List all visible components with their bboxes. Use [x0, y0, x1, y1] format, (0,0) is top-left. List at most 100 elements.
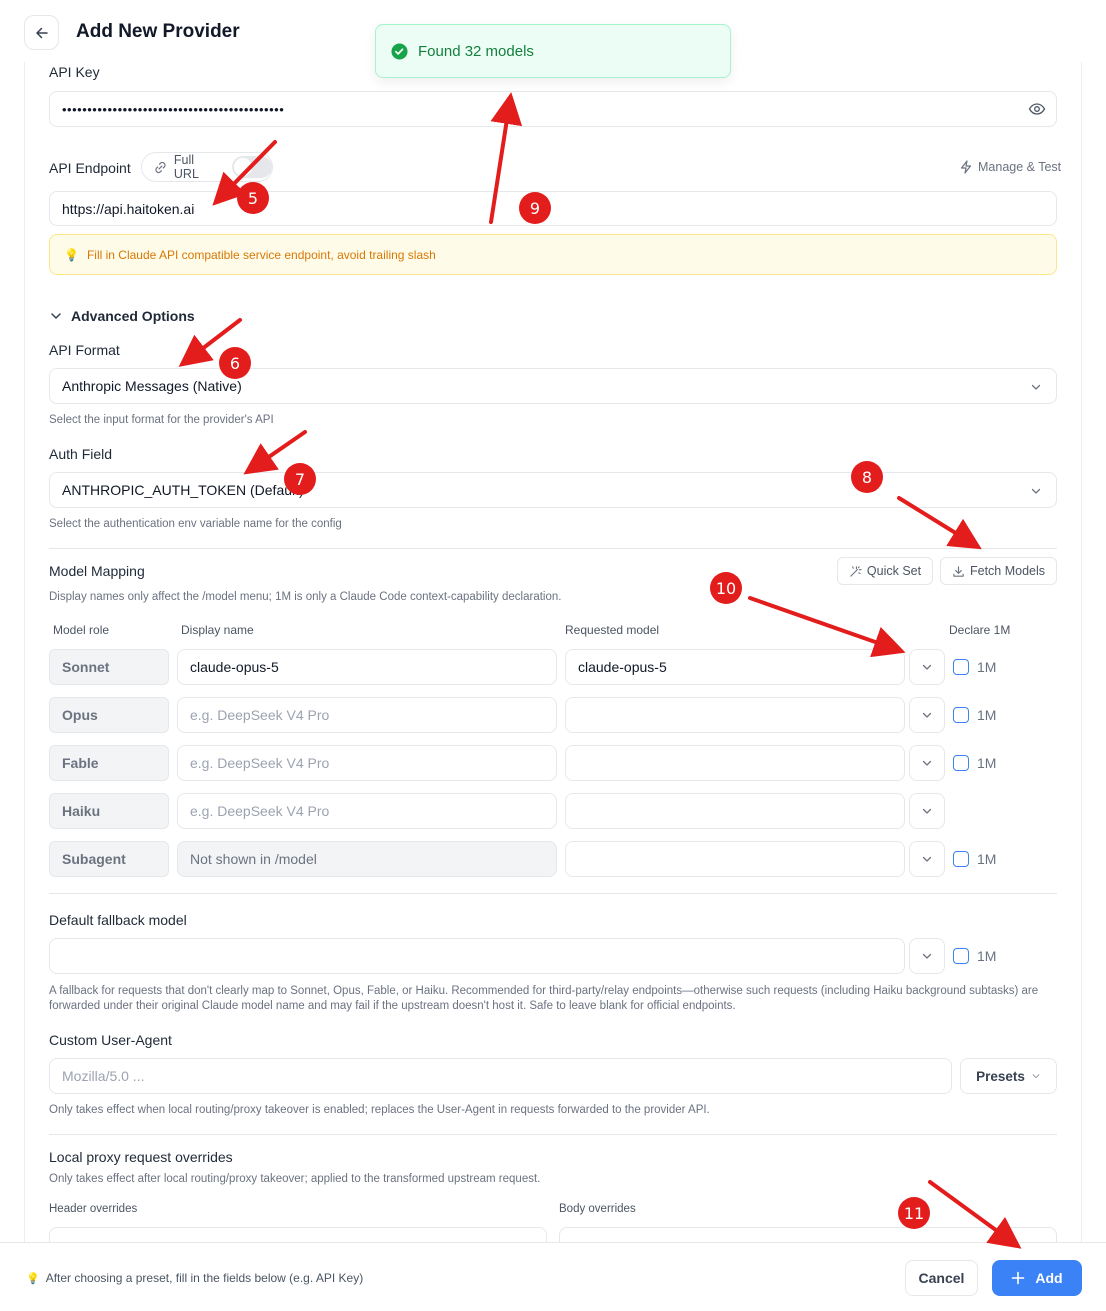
- user-agent-placeholder: Mozilla/5.0 ...: [62, 1068, 145, 1084]
- declare-1m-checkbox[interactable]: [953, 659, 969, 675]
- lightbulb-icon: 💡: [64, 247, 79, 262]
- model-dropdown-button[interactable]: [909, 745, 945, 781]
- page-title: Add New Provider: [76, 21, 240, 42]
- requested-model-value: claude-opus-5: [578, 659, 667, 675]
- declare-1m-label: 1M: [977, 707, 997, 723]
- presets-label: Presets: [976, 1068, 1025, 1084]
- plus-icon: [1012, 1271, 1025, 1285]
- annotation-marker: 11: [898, 1197, 930, 1229]
- model-role-haiku: Haiku: [49, 793, 169, 829]
- add-label: Add: [1035, 1270, 1063, 1286]
- chevron-down-icon: [922, 953, 932, 959]
- fallback-1m-checkbox[interactable]: [953, 948, 969, 964]
- requested-model-input[interactable]: [565, 841, 905, 877]
- api-endpoint-label: API Endpoint: [49, 160, 131, 176]
- requested-model-input[interactable]: claude-opus-5: [565, 649, 905, 685]
- full-url-switch[interactable]: [232, 156, 272, 178]
- api-key-input[interactable]: ••••••••••••••••••••••••••••••••••••••••…: [49, 91, 1057, 127]
- api-key-value: ••••••••••••••••••••••••••••••••••••••••…: [62, 101, 285, 117]
- model-mapping-title: Model Mapping: [49, 563, 145, 579]
- chevron-down-icon: [1031, 488, 1041, 494]
- api-endpoint-input[interactable]: https://api.haitoken.ai: [49, 191, 1057, 226]
- quick-set-label: Quick Set: [866, 564, 922, 578]
- link-icon: [155, 161, 166, 173]
- auth-field-select[interactable]: ANTHROPIC_AUTH_TOKEN (Default): [49, 472, 1057, 508]
- column-header-declare: Declare 1M: [949, 623, 1011, 637]
- quick-set-button[interactable]: Quick Set: [837, 557, 933, 585]
- fallback-hint: A fallback for requests that don't clear…: [49, 985, 1039, 1012]
- footer-bar: 💡 After choosing a preset, fill in the f…: [0, 1242, 1106, 1311]
- annotation-marker: 5: [237, 182, 269, 214]
- fallback-dropdown-button[interactable]: [909, 938, 945, 974]
- model-role-sonnet: Sonnet: [49, 649, 169, 685]
- endpoint-tip: 💡 Fill in Claude API compatible service …: [49, 234, 1057, 275]
- toast-message: Found 32 models: [418, 42, 534, 60]
- display-name-input[interactable]: claude-opus-5: [177, 649, 557, 685]
- overrides-title: Local proxy request overrides: [49, 1149, 233, 1165]
- presets-button[interactable]: Presets: [960, 1058, 1057, 1094]
- model-dropdown-button[interactable]: [909, 697, 945, 733]
- cancel-button[interactable]: Cancel: [905, 1260, 978, 1296]
- chevron-down-icon: [922, 712, 932, 718]
- api-format-hint: Select the input format for the provider…: [49, 414, 274, 426]
- user-agent-input[interactable]: Mozilla/5.0 ...: [49, 1058, 952, 1094]
- display-name-placeholder: e.g. DeepSeek V4 Pro: [190, 755, 330, 771]
- endpoint-tip-text: Fill in Claude API compatible service en…: [86, 247, 436, 262]
- requested-model-input[interactable]: [565, 793, 905, 829]
- success-toast: Found 32 models: [375, 24, 731, 78]
- display-name-input[interactable]: e.g. DeepSeek V4 Pro: [177, 697, 557, 733]
- fetch-models-button[interactable]: Fetch Models: [940, 557, 1057, 585]
- fallback-1m-label: 1M: [977, 948, 997, 964]
- overrides-hint: Only takes effect after local routing/pr…: [49, 1173, 541, 1185]
- requested-model-input[interactable]: [565, 697, 905, 733]
- eye-icon[interactable]: [1028, 101, 1046, 117]
- requested-model-input[interactable]: [565, 745, 905, 781]
- annotation-marker: 9: [519, 192, 551, 224]
- chevron-down-icon: [922, 808, 932, 814]
- annotation-marker: 8: [851, 461, 883, 493]
- auth-field-label: Auth Field: [49, 446, 113, 462]
- auth-field-hint: Select the authentication env variable n…: [49, 518, 342, 530]
- api-key-label: API Key: [49, 64, 100, 80]
- api-format-value: Anthropic Messages (Native): [62, 378, 242, 394]
- user-agent-label: Custom User-Agent: [49, 1032, 172, 1048]
- api-format-select[interactable]: Anthropic Messages (Native): [49, 368, 1057, 404]
- annotation-marker: 6: [219, 347, 251, 379]
- magic-wand-icon: [850, 565, 862, 577]
- footer-tip-text: After choosing a preset, fill in the fie…: [45, 1271, 364, 1285]
- full-url-label: Full URL: [173, 153, 199, 181]
- api-format-label: API Format: [49, 342, 120, 358]
- chevron-down-icon: [922, 760, 932, 766]
- advanced-options-toggle[interactable]: Advanced Options: [49, 308, 195, 324]
- declare-1m-checkbox[interactable]: [953, 755, 969, 771]
- model-dropdown-button[interactable]: [909, 793, 945, 829]
- column-header-role: Model role: [53, 623, 110, 637]
- back-button[interactable]: [24, 15, 59, 50]
- advanced-options-title: Advanced Options: [71, 308, 195, 324]
- display-name-value: claude-opus-5: [190, 659, 279, 675]
- display-name-placeholder: e.g. DeepSeek V4 Pro: [190, 803, 330, 819]
- chevron-down-icon: [1031, 384, 1041, 390]
- cancel-label: Cancel: [918, 1270, 965, 1286]
- full-url-toggle[interactable]: Full URL: [141, 152, 273, 182]
- model-role-subagent: Subagent: [49, 841, 169, 877]
- footer-tip: 💡 After choosing a preset, fill in the f…: [26, 1271, 363, 1285]
- column-header-display: Display name: [181, 623, 254, 637]
- auth-field-value: ANTHROPIC_AUTH_TOKEN (Default): [62, 482, 304, 498]
- declare-1m-label: 1M: [977, 659, 997, 675]
- declare-1m-label: 1M: [977, 851, 997, 867]
- declare-1m-checkbox[interactable]: [953, 707, 969, 723]
- manage-test-button[interactable]: Manage & Test: [959, 160, 1061, 174]
- check-circle-icon: [391, 42, 408, 60]
- declare-1m-checkbox[interactable]: [953, 851, 969, 867]
- display-name-input[interactable]: e.g. DeepSeek V4 Pro: [177, 793, 557, 829]
- model-role-opus: Opus: [49, 697, 169, 733]
- model-dropdown-button[interactable]: [909, 841, 945, 877]
- user-agent-hint: Only takes effect when local routing/pro…: [49, 1104, 710, 1116]
- model-dropdown-button[interactable]: [909, 649, 945, 685]
- add-button[interactable]: Add: [992, 1260, 1082, 1296]
- arrow-left-icon: [35, 27, 48, 38]
- display-name-input[interactable]: e.g. DeepSeek V4 Pro: [177, 745, 557, 781]
- divider: [49, 893, 1057, 894]
- fallback-model-input[interactable]: [49, 938, 905, 974]
